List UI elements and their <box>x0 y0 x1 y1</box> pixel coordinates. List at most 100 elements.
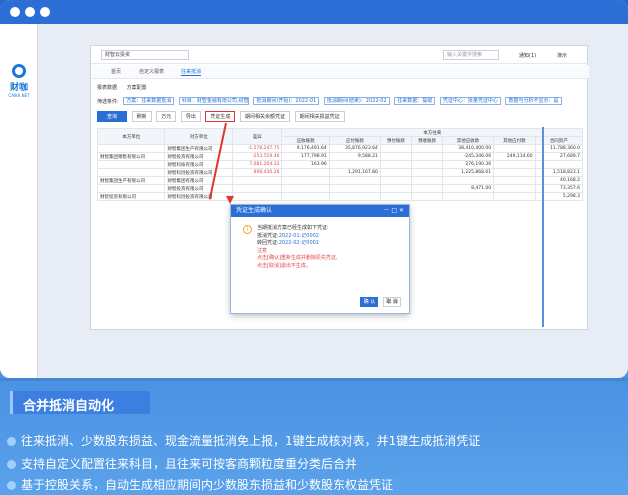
notice-link[interactable]: 通知(1) <box>519 52 536 59</box>
table-cell: 1,225,868.61 <box>441 168 495 177</box>
toolbar: 查询 刷新 万元 导出 凭证生成 期间相关余额凭证 期间相关损益凭证 <box>97 111 348 123</box>
bullet-text: 往来抵消、少数股东损益、现金流量抵消免上报，1键生成核对表，并1键生成抵消凭证 <box>21 434 481 448</box>
window-titlebar <box>0 0 628 24</box>
table-cell: 38,410,400.00 <box>441 144 495 153</box>
divider <box>0 378 628 381</box>
subtab-data[interactable]: 报表数据 <box>97 85 117 91</box>
window-dot <box>40 7 50 17</box>
table-row[interactable]: 财智集团生产有限公司 财智集团有限公司 40,168.2 <box>96 176 584 185</box>
voucher-link[interactable]: 2022-01:记0002 <box>279 233 319 239</box>
table-cell: 163.96 <box>281 160 330 169</box>
table-cell <box>96 168 166 177</box>
filter-chip[interactable]: 往来数据：提取 <box>394 97 436 105</box>
table-cell: 9,176,491.64 <box>281 144 330 153</box>
table-cell <box>231 184 283 193</box>
tab-bar: 首页 自定义报表 往来抵消 <box>91 65 589 79</box>
filter-chip[interactable]: 凭证中心：批量凭证中心 <box>439 97 501 105</box>
table-cell: 财智科创投资有限公司 <box>164 168 233 177</box>
voucher-link[interactable]: 2022-02:记0001 <box>279 240 319 246</box>
section-heading: 合并抵消自动化 <box>10 391 150 414</box>
table-cell <box>96 160 166 169</box>
table-cell: 财智集团有限公司 <box>164 176 233 185</box>
table-cell <box>96 144 166 153</box>
balance-voucher-button[interactable]: 期间相关余额凭证 <box>240 111 291 122</box>
table-cell <box>379 152 412 161</box>
logo-emblem-icon <box>12 64 26 78</box>
table-cell <box>493 144 536 153</box>
table-row[interactable]: 财智投资有限公司 8,471.00 73,357.6 <box>96 184 584 193</box>
cancel-button[interactable]: 取 消 <box>383 297 401 307</box>
section-title: 合并抵消自动化 <box>23 399 115 414</box>
table-row[interactable]: 财智集团生产有限公司 -1,578,247.75 9,176,491.64 35,87… <box>96 144 584 153</box>
dialog-warning: 点击[取消]退出不生成。 <box>257 262 311 269</box>
org-select[interactable]: 财智云投资 <box>101 50 189 60</box>
table-row[interactable]: 财智科技有限公司 7,081,204.32 163.96 276,190.36 <box>96 160 584 169</box>
table-cell <box>231 176 283 185</box>
subtab-config[interactable]: 方案配置 <box>127 85 147 91</box>
brand-logo: 财咖 CAIKA.NET <box>3 64 35 98</box>
tab-offset[interactable]: 往来抵消 <box>181 68 202 76</box>
filter-chip[interactable]: 抵消期间(结束)：2022-02 <box>323 97 390 105</box>
refresh-button[interactable]: 刷新 <box>131 111 152 122</box>
col-header: 差异 <box>231 128 283 145</box>
col-header: 应付账款 <box>328 136 381 145</box>
table-cell <box>493 168 536 177</box>
filter-chip[interactable]: 数据与分析不显示：是 <box>505 97 562 105</box>
bullet-dot <box>7 460 16 469</box>
export-button[interactable]: 导出 <box>180 111 201 122</box>
table-cell <box>410 160 443 169</box>
table-cell <box>281 176 330 185</box>
query-button[interactable]: 查询 <box>97 111 127 122</box>
table-cell <box>379 176 412 185</box>
tab-custom-report[interactable]: 自定义报表 <box>139 68 164 75</box>
col-header: 其他应收款 <box>441 136 495 145</box>
filter-chip[interactable]: 科目：财智金融有限公司,财智金融有限公司... <box>178 97 249 105</box>
window-dot <box>10 7 20 17</box>
pl-voucher-button[interactable]: 期间相关损益凭证 <box>294 111 345 122</box>
table-cell <box>328 176 381 185</box>
user-menu[interactable]: 演示 <box>557 52 567 59</box>
logo-name: 财咖 <box>9 83 28 93</box>
col-header: 预付账款 <box>379 136 412 145</box>
filter-chip[interactable]: 方案：往来数据抵消 <box>123 97 175 105</box>
dialog-body: 当期抵消方案已经生成如下凭证: 抵消凭证:2022-01:记0002 转回凭证:… <box>257 225 338 270</box>
table-cell: -245,346.06 <box>441 152 495 161</box>
dialog-warning: 点击[确认]重新生成并删除原先凭证, <box>257 255 338 261</box>
left-sidebar: 财咖 CAIKA.NET <box>0 24 38 378</box>
table-cell <box>410 168 443 177</box>
table-cell: 35,876,923.64 <box>328 144 381 153</box>
table-cell: 276,190.36 <box>441 160 495 169</box>
filter-chip[interactable]: 抵消期间(开始)：2022-01 <box>253 97 320 105</box>
generate-voucher-button[interactable]: 凭证生成 <box>205 111 236 122</box>
feature-bullet: 往来抵消、少数股东损益、现金流量抵消免上报，1键生成核对表，并1键生成抵消凭证 <box>7 432 480 449</box>
bullet-text: 基于控股关系，自动生成相应期间内少数股东损益和少数股东权益凭证 <box>21 478 394 492</box>
scroll-indicator <box>542 127 544 327</box>
bullet-dot <box>7 481 16 490</box>
table-cell: 财智集团生产有限公司 <box>96 176 166 185</box>
table-cell <box>410 144 443 153</box>
dialog-note: 注意 <box>257 247 268 254</box>
table-row[interactable]: 财智科创投资有限公司 898,430.26 1,291,167.80 1,225,86… <box>96 168 584 177</box>
bullet-text: 支持自定义配置往来科目，且往来可按客商颗粒度重分类后合并 <box>21 457 358 471</box>
table-cell <box>410 152 443 161</box>
dialog-title-text: 凭证生成确认 <box>236 207 273 214</box>
table-cell: 8,471.00 <box>441 184 495 193</box>
app-topbar: 财智云投资 输入关键字搜索 通知(1) 演示 <box>91 46 589 64</box>
tab-home[interactable]: 首页 <box>111 68 121 75</box>
col-header: 应收账款 <box>281 136 330 145</box>
bullet-dot <box>7 437 16 446</box>
table-cell: 9,588.21 <box>328 152 381 161</box>
confirm-button[interactable]: 确 认 <box>360 297 379 307</box>
table-row[interactable]: 财智投资有限公司 财智科创投资有限公司 5,298.3 <box>96 192 584 201</box>
sub-tabs: 报表数据 方案配置 <box>97 84 147 91</box>
filter-label: 筛选条件: <box>97 98 119 105</box>
table-cell <box>379 168 412 177</box>
table-cell <box>493 160 536 169</box>
table-cell: 财智科技有限公司 <box>164 160 233 169</box>
dialog-controls[interactable]: － □ ✕ <box>383 205 404 217</box>
search-input[interactable]: 输入关键字搜索 <box>443 50 499 60</box>
offset-table: 本方单位 对方单位 差异 本方往来 应收账款 应付账款 预付账款 预收账款 其他… <box>96 128 584 201</box>
table-row[interactable]: 财智集团销售有限公司 财智投资有限公司 -253,519.46 177,798.91 9… <box>96 152 584 161</box>
dialog-line: 转回凭证:2022-02:记0001 <box>257 240 338 248</box>
unit-button[interactable]: 万元 <box>156 111 177 122</box>
